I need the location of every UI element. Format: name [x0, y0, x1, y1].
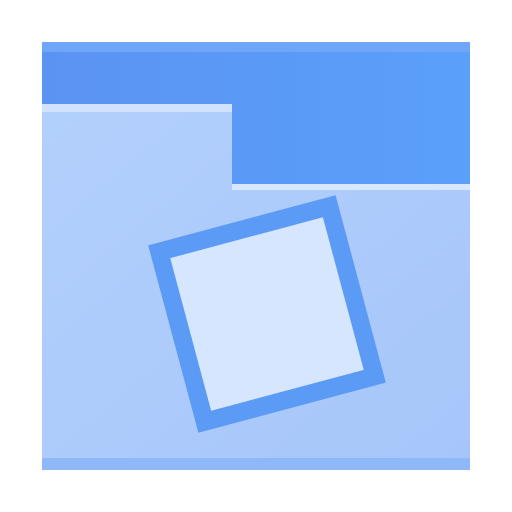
folder-bottom-strip: [42, 458, 470, 470]
folder-back-top-line: [42, 42, 470, 52]
icon-canvas: [0, 0, 512, 512]
folder-front-edge-right: [232, 184, 470, 190]
folder-front-edge: [42, 104, 232, 112]
folder-image-icon: [42, 42, 470, 470]
